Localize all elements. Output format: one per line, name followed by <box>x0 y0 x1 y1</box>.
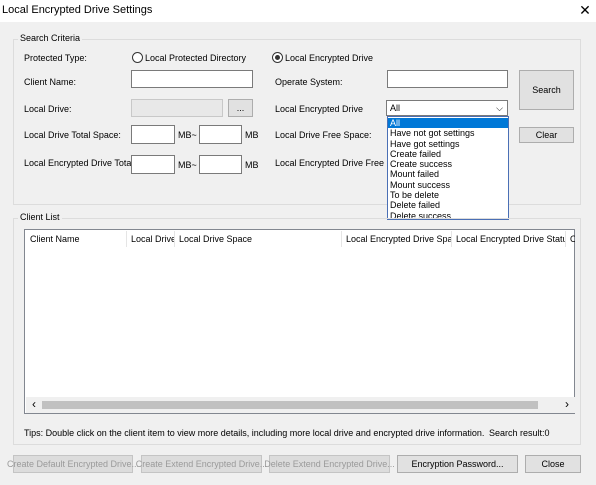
total-space-min-input[interactable] <box>131 125 175 144</box>
dropdown-option[interactable]: Create failed <box>388 149 508 159</box>
free-space-label: Local Drive Free Space: <box>275 130 372 140</box>
client-list-table[interactable]: Client Name Local Drive Local Drive Spac… <box>24 229 575 414</box>
drive-status-select[interactable]: All ⌵ <box>386 100 508 116</box>
dropdown-option[interactable]: To be delete <box>388 190 508 200</box>
dropdown-option[interactable]: Mount failed <box>388 169 508 179</box>
dropdown-option[interactable]: Delete failed <box>388 200 508 210</box>
enc-total-min-input[interactable] <box>131 155 175 174</box>
total-space-label: Local Drive Total Space: <box>24 130 121 140</box>
search-criteria-label: Search Criteria <box>18 33 83 43</box>
operate-system-input[interactable] <box>387 70 508 88</box>
total-space-unit-min: MB~ <box>178 130 197 140</box>
window-title: Local Encrypted Drive Settings <box>2 4 153 16</box>
local-drive-input <box>131 99 223 117</box>
chevron-down-icon: ⌵ <box>496 103 503 113</box>
client-name-input[interactable] <box>131 70 253 88</box>
enc-total-label: Local Encrypted Drive Total <box>24 158 134 168</box>
local-drive-label: Local Drive: <box>24 104 72 114</box>
scrollbar-thumb[interactable] <box>42 401 538 409</box>
column-header-other[interactable]: O <box>566 231 575 247</box>
local-encrypted-drive-label: Local Encrypted Drive <box>275 104 364 114</box>
operate-system-label: Operate System: <box>275 77 343 87</box>
dropdown-option[interactable]: Have got settings <box>388 139 508 149</box>
radio-local-encrypted-drive-label[interactable]: Local Encrypted Drive <box>285 53 373 63</box>
drive-status-selected-value: All <box>390 103 401 113</box>
radio-local-encrypted-drive[interactable] <box>272 52 283 63</box>
delete-extend-encrypted-drive-button: Delete Extend Encrypted Drive... <box>264 455 395 473</box>
radio-local-protected-directory[interactable] <box>132 52 143 63</box>
create-default-encrypted-drive-button: Create Default Encrypted Drive... <box>7 455 139 473</box>
column-header-client-name[interactable]: Client Name <box>26 231 127 247</box>
protected-type-label: Protected Type: <box>24 53 87 63</box>
encryption-password-button[interactable]: Encryption Password... <box>397 455 518 473</box>
dropdown-option[interactable]: Mount success <box>388 180 508 190</box>
horizontal-scrollbar[interactable]: ‹ › <box>26 397 575 413</box>
search-button[interactable]: Search <box>519 70 574 110</box>
column-header-local-drive[interactable]: Local Drive <box>127 231 175 247</box>
client-name-label: Client Name: <box>24 77 77 87</box>
enc-total-unit-max: MB <box>245 160 259 170</box>
dropdown-option[interactable]: Have not got settings <box>388 128 508 138</box>
search-result-count: Search result:0 <box>489 428 550 438</box>
client-list-label: Client List <box>18 212 62 222</box>
close-button[interactable]: Close <box>525 455 581 473</box>
dropdown-option[interactable]: Create success <box>388 159 508 169</box>
column-header-encrypted-drive-status[interactable]: Local Encrypted Drive Status <box>452 231 566 247</box>
dropdown-option[interactable]: All <box>388 118 508 129</box>
total-space-max-input[interactable] <box>199 125 242 144</box>
browse-button[interactable]: ... <box>228 99 253 117</box>
clear-button[interactable]: Clear <box>519 127 574 143</box>
enc-total-max-input[interactable] <box>199 155 242 174</box>
column-header-local-drive-space[interactable]: Local Drive Space <box>175 231 342 247</box>
enc-total-unit-min: MB~ <box>178 160 197 170</box>
create-extend-encrypted-drive-button: Create Extend Encrypted Drive... <box>136 455 267 473</box>
scroll-right-icon[interactable]: › <box>561 398 573 412</box>
enc-free-label: Local Encrypted Drive Free <box>275 158 385 168</box>
column-header-encrypted-drive-space[interactable]: Local Encrypted Drive Space <box>342 231 452 247</box>
close-icon[interactable]: ✕ <box>576 1 594 19</box>
scroll-left-icon[interactable]: ‹ <box>28 398 40 412</box>
tips-text: Tips: Double click on the client item to… <box>24 428 485 438</box>
drive-status-dropdown[interactable]: All Have not got settings Have got setti… <box>387 116 509 221</box>
total-space-unit-max: MB <box>245 130 259 140</box>
radio-local-protected-directory-label[interactable]: Local Protected Directory <box>145 53 246 63</box>
